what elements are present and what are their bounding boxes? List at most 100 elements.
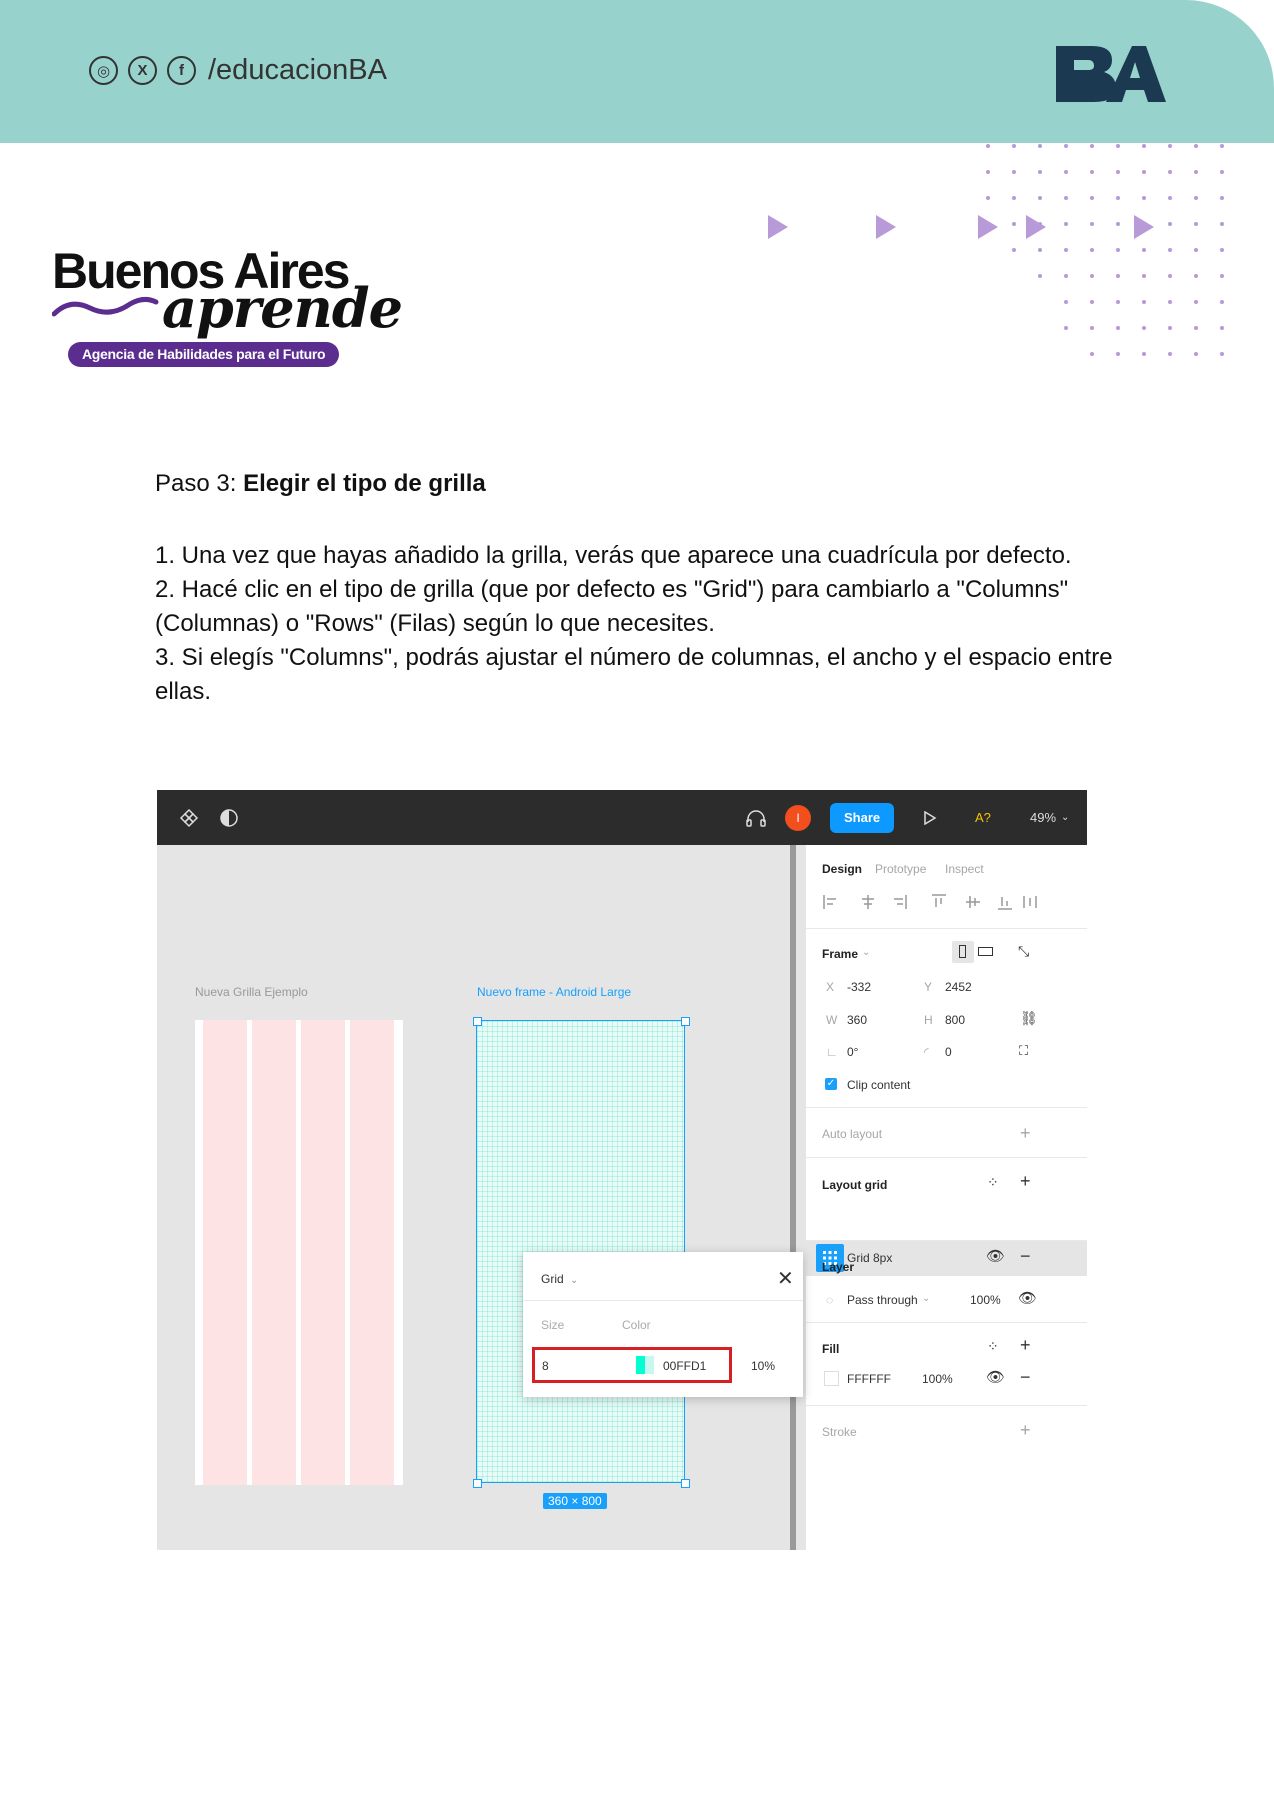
y-label: Y: [924, 980, 933, 994]
fill-styles-icon[interactable]: ⁘: [987, 1338, 999, 1355]
decorative-dots: [986, 144, 1224, 356]
remove-grid-icon[interactable]: −: [1020, 1246, 1031, 1267]
popup-divider: [523, 1300, 803, 1301]
h-label: H: [924, 1013, 933, 1027]
align-tools-icons[interactable]: [822, 893, 1042, 911]
step-heading: Paso 3: Elegir el tipo de grilla: [155, 467, 1135, 501]
y-input[interactable]: 2452: [945, 980, 972, 994]
step-title: Elegir el tipo de grilla: [243, 470, 486, 497]
collapse-icon[interactable]: ⤡: [1018, 943, 1029, 960]
example-grid-frame[interactable]: [195, 1020, 403, 1485]
constrain-proportions-icon[interactable]: ⛓: [1020, 1010, 1038, 1027]
independent-corners-icon[interactable]: ⛶: [1019, 1043, 1028, 1059]
social-links: ◎ X f /educacionBA: [89, 54, 387, 87]
avatar-initial: I: [785, 804, 811, 831]
section-divider: [806, 1240, 1087, 1241]
decorative-triangle: [978, 215, 998, 239]
resize-handle[interactable]: [681, 1017, 690, 1026]
grid-column: [252, 1020, 296, 1485]
clip-content-checkbox[interactable]: ✓: [825, 1078, 837, 1090]
section-divider: [806, 928, 1087, 929]
clip-content-label[interactable]: Clip content: [847, 1078, 910, 1092]
add-layout-grid-icon[interactable]: +: [1020, 1171, 1031, 1192]
fill-color-input[interactable]: FFFFFF: [847, 1372, 891, 1386]
grid-column: [350, 1020, 394, 1485]
blend-mode-select[interactable]: Pass through: [847, 1293, 918, 1307]
frame-label[interactable]: Nuevo frame - Android Large: [477, 985, 631, 999]
share-button[interactable]: Share: [830, 802, 895, 833]
x-icon[interactable]: X: [128, 56, 157, 85]
frame-section-title[interactable]: Frame: [822, 947, 858, 961]
missing-fonts-indicator[interactable]: A?: [975, 790, 991, 845]
rotation-icon: ∟: [826, 1045, 838, 1059]
logo-line2: aprende: [162, 276, 403, 340]
grid-column: [301, 1020, 345, 1485]
decorative-triangle: [876, 215, 896, 239]
step-prefix: Paso 3:: [155, 470, 244, 497]
resize-handle[interactable]: [473, 1017, 482, 1026]
ba-logo: [1052, 42, 1167, 109]
headphones-icon[interactable]: [745, 790, 767, 845]
chevron-down-icon[interactable]: ⌄: [922, 1293, 930, 1304]
tab-design[interactable]: Design: [822, 862, 862, 876]
x-input[interactable]: -332: [847, 980, 871, 994]
logo-swoosh: [52, 296, 159, 317]
layout-grid-title: Layout grid: [822, 1178, 888, 1192]
add-auto-layout-icon[interactable]: +: [1020, 1123, 1031, 1144]
blend-mode-icon: ◌: [826, 1293, 834, 1307]
width-input[interactable]: 360: [847, 1013, 867, 1027]
grid-styles-icon[interactable]: ⁘: [987, 1174, 999, 1191]
present-play-icon[interactable]: [923, 790, 937, 845]
decorative-triangle: [768, 215, 788, 239]
social-handle[interactable]: /educacionBA: [208, 54, 387, 87]
auto-layout-title: Auto layout: [822, 1127, 883, 1141]
landscape-icon[interactable]: [978, 947, 993, 956]
grid-type-dropdown[interactable]: Grid ⌄: [541, 1272, 578, 1286]
fill-title: Fill: [822, 1342, 840, 1356]
corner-radius-icon: ◜: [924, 1045, 929, 1059]
instagram-icon[interactable]: ◎: [89, 56, 118, 85]
add-fill-icon[interactable]: +: [1020, 1335, 1031, 1356]
decorative-triangle: [1026, 215, 1046, 239]
close-icon[interactable]: ✕: [777, 1266, 794, 1291]
highlight-box: [532, 1347, 732, 1383]
portrait-icon[interactable]: [952, 941, 974, 963]
eye-icon[interactable]: 👁: [1018, 1289, 1037, 1307]
w-label: W: [826, 1013, 838, 1027]
zoom-dropdown[interactable]: 49% ⌄: [1030, 790, 1069, 845]
instruction-item: 1. Una vez que hayas añadido la grilla, …: [155, 542, 1072, 569]
eye-icon[interactable]: 👁: [986, 1368, 1005, 1386]
rotation-input[interactable]: 0°: [847, 1045, 858, 1059]
figma-toolbar: I Share A? 49% ⌄: [157, 790, 1087, 845]
tab-inspect[interactable]: Inspect: [945, 862, 984, 876]
panel-scrollbar[interactable]: [790, 845, 796, 1550]
tab-prototype[interactable]: Prototype: [875, 862, 926, 876]
components-icon[interactable]: [179, 790, 199, 845]
logo-tagline: Agencia de Habilidades para el Futuro: [68, 342, 340, 367]
instructions: Paso 3: Elegir el tipo de grilla 1. Una …: [155, 467, 1135, 709]
user-avatar[interactable]: I: [785, 790, 811, 845]
grid-type-value: Grid: [541, 1272, 564, 1286]
design-panel: Design Prototype Inspect Frame ⌄ ⤡ X -33…: [805, 845, 1087, 1550]
fill-swatch[interactable]: [824, 1371, 839, 1386]
theme-toggle-icon[interactable]: [219, 790, 239, 845]
resize-handle[interactable]: [681, 1479, 690, 1488]
fill-opacity-input[interactable]: 100%: [922, 1372, 953, 1386]
height-input[interactable]: 800: [945, 1013, 965, 1027]
resize-handle[interactable]: [473, 1479, 482, 1488]
decorative-triangle: [1134, 215, 1154, 239]
frame-label[interactable]: Nueva Grilla Ejemplo: [195, 985, 308, 999]
header-band: ◎ X f /educacionBA: [0, 0, 1274, 143]
radius-input[interactable]: 0: [945, 1045, 952, 1059]
section-divider: [806, 1107, 1087, 1108]
buenos-aires-aprende-logo: Buenos Aires aprende Agencia de Habilida…: [52, 242, 403, 370]
add-stroke-icon[interactable]: +: [1020, 1420, 1031, 1441]
remove-fill-icon[interactable]: −: [1020, 1367, 1031, 1388]
grid-opacity-input[interactable]: 10%: [751, 1359, 775, 1373]
frame-size-tag: 360 × 800: [543, 1493, 607, 1509]
chevron-down-icon[interactable]: ⌄: [862, 947, 870, 958]
layer-opacity-input[interactable]: 100%: [970, 1293, 1001, 1307]
chevron-down-icon: ⌄: [570, 1275, 579, 1286]
eye-icon[interactable]: 👁: [986, 1247, 1005, 1265]
facebook-icon[interactable]: f: [167, 56, 196, 85]
